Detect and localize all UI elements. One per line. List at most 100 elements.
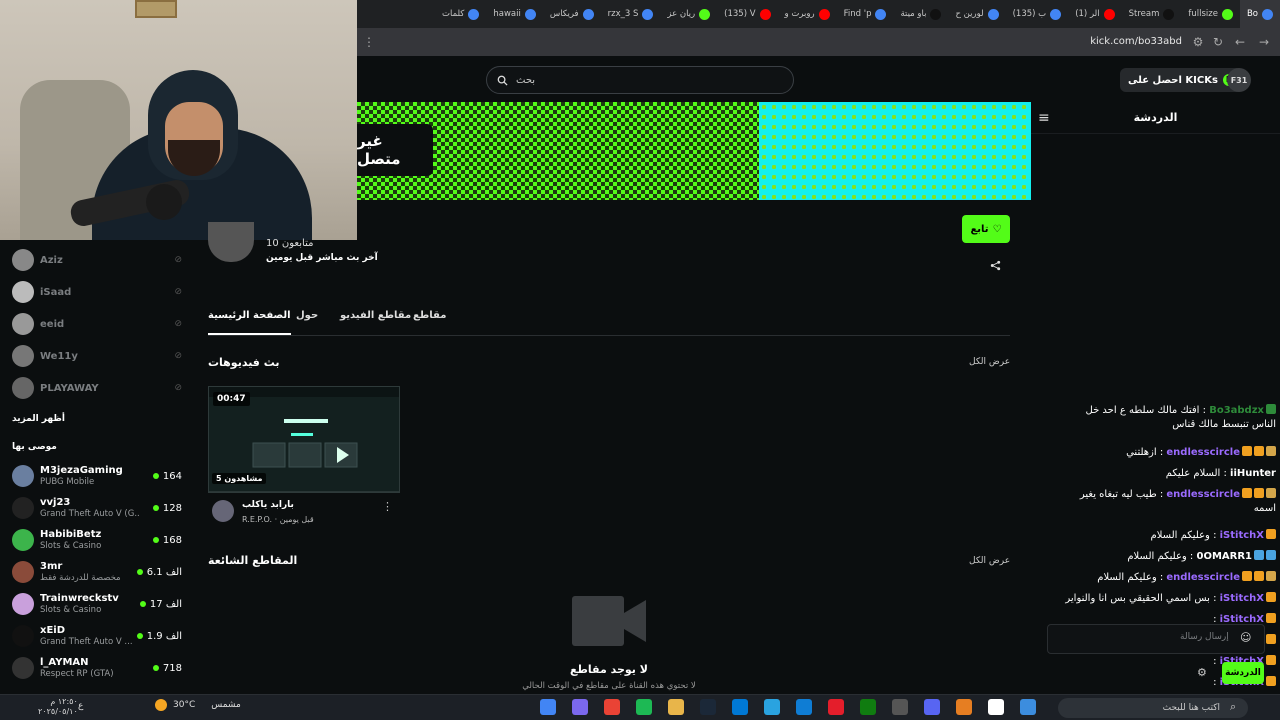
badge-icon	[1254, 488, 1264, 498]
badge-icon	[1242, 488, 1252, 498]
sidebar-channel[interactable]: Trainwreckstv Slots & Casino 17 الف	[12, 588, 182, 620]
chat-username[interactable]: Bo3abdzx	[1209, 405, 1264, 416]
forward-icon[interactable]: →	[1256, 34, 1272, 50]
collapse-chat-icon[interactable]: ≡	[1038, 110, 1054, 126]
chat-username[interactable]: endlesscircle	[1166, 447, 1240, 458]
chat-username[interactable]: iStitchX	[1220, 593, 1264, 604]
chat-username[interactable]: endlesscircle	[1166, 489, 1240, 500]
tab-clips[interactable]: مقاطع	[413, 310, 446, 335]
taskbar-clock[interactable]: ١٢:٥٠ م ٢٠٢٥/٠٥/١٠	[38, 697, 78, 717]
clips-view-all-link[interactable]: عرض الكل	[969, 556, 1010, 566]
emote-icon[interactable]: ☺	[1240, 631, 1251, 644]
share-icon[interactable]	[988, 260, 1002, 274]
taskbar-app-icon[interactable]	[796, 699, 812, 715]
sidebar-channel[interactable]: vvj23 Grand Theft Auto V (G... 128	[12, 492, 182, 524]
chat-send-button[interactable]: الدردشة	[1222, 662, 1264, 684]
search-input[interactable]: بحث	[486, 66, 794, 94]
get-kicks-button[interactable]: احصل على KICKs K	[1120, 68, 1243, 92]
sidebar-channel-offline[interactable]: eeid ⊘	[12, 308, 182, 340]
taskbar-app-icon[interactable]	[540, 699, 556, 715]
video-camera-icon	[572, 596, 646, 646]
browser-tab[interactable]: روبرت و	[778, 0, 837, 28]
browser-tab[interactable]: Find 'p	[837, 0, 894, 28]
vods-view-all-link[interactable]: عرض الكل	[969, 357, 1010, 367]
taskbar-app-icon[interactable]	[668, 699, 684, 715]
chat-message: endlesscircle : ازهلتني	[1062, 446, 1276, 460]
vod-title[interactable]: بارابد ياكلب	[242, 500, 294, 510]
taskbar-app-icon[interactable]	[700, 699, 716, 715]
tab-home[interactable]: الصفحة الرئيسية	[208, 310, 291, 335]
browser-tab[interactable]: (1) الر	[1068, 0, 1121, 28]
taskbar-app-icon[interactable]	[956, 699, 972, 715]
browser-tab[interactable]: (135) V	[717, 0, 777, 28]
browser-tab[interactable]: باو ميتة	[893, 0, 948, 28]
sidebar-channel-offline[interactable]: Aziz ⊘	[12, 244, 182, 276]
chat-username[interactable]: endlesscircle	[1166, 572, 1240, 583]
taskbar-app-icon[interactable]	[572, 699, 588, 715]
follow-button[interactable]: تابع ♡	[962, 215, 1010, 243]
chat-settings-icon[interactable]: ⚙	[1197, 666, 1207, 679]
reload-icon[interactable]: ↻	[1210, 34, 1226, 50]
browser-tab[interactable]: Bo	[1239, 0, 1280, 28]
browser-tab[interactable]: (135) ب	[1006, 0, 1069, 28]
show-more-link[interactable]: أظهر المزيد	[12, 414, 65, 424]
channel-avatar	[12, 593, 34, 615]
browser-tab[interactable]: ريان عز	[660, 0, 717, 28]
sidebar-channel[interactable]: 3mr مخصصة للدردشة فقط 6.1 الف	[12, 556, 182, 588]
chat-input[interactable]	[1047, 624, 1265, 654]
taskbar-app-icon[interactable]	[860, 699, 876, 715]
tab-about[interactable]: حول	[296, 310, 318, 335]
chat-header: الدردشة	[1031, 102, 1280, 134]
channel-avatar	[12, 281, 34, 303]
taskbar-app-icon[interactable]	[764, 699, 780, 715]
sidebar-channel[interactable]: xEiD Grand Theft Auto V ... 1.9 الف	[12, 620, 182, 652]
chat-message: 0OMARR1 : وعليكم السلام	[1062, 550, 1276, 564]
taskbar-search[interactable]: اكتب هنا للبحث	[1058, 698, 1248, 718]
language-indicator[interactable]: ع	[78, 701, 83, 711]
offline-icon: ⊘	[174, 351, 182, 361]
chat-username[interactable]: iiHunter	[1230, 468, 1276, 479]
sidebar-channel-offline[interactable]: We11y ⊘	[12, 340, 182, 372]
weather-widget[interactable]: 30°C مشمس	[155, 699, 241, 711]
sidebar-channel[interactable]: M3jezaGaming PUBG Mobile 164	[12, 460, 182, 492]
chat-username[interactable]: iStitchX	[1220, 530, 1264, 541]
browser-tab[interactable]: فريكاس	[543, 0, 601, 28]
channel-avatar	[12, 377, 34, 399]
taskbar-app-icon[interactable]	[892, 699, 908, 715]
webcam-overlay	[0, 0, 357, 240]
menu-icon[interactable]: ⋮	[361, 34, 377, 50]
taskbar-app-icon[interactable]	[604, 699, 620, 715]
browser-tab[interactable]: hawaii	[486, 0, 542, 28]
vod-channel-avatar[interactable]	[212, 500, 234, 522]
channel-avatar[interactable]	[208, 222, 254, 262]
channel-category: مخصصة للدردشة فقط	[40, 573, 121, 583]
sidebar-channel[interactable]: HabibiBetz Slots & Casino 168	[12, 524, 182, 556]
more-options-icon[interactable]: ⋮	[382, 500, 393, 513]
browser-tab-label: (135) ب	[1012, 9, 1047, 19]
browser-tab[interactable]: لورين ح	[948, 0, 1005, 28]
badge-icon	[1254, 571, 1264, 581]
sidebar-channel-offline[interactable]: PLAYAWAY ⊘	[12, 372, 182, 404]
channel-name: 3mr	[40, 561, 63, 572]
url-field[interactable]: kick.com/bo33abd	[1090, 36, 1182, 47]
live-dot-icon	[136, 569, 143, 575]
taskbar-app-icon[interactable]	[732, 699, 748, 715]
user-avatar[interactable]: F31	[1227, 68, 1251, 92]
browser-tab[interactable]: rzx_3 S	[601, 0, 661, 28]
taskbar-app-icon[interactable]	[924, 699, 940, 715]
back-icon[interactable]: ←	[1232, 34, 1248, 50]
tab-videos[interactable]: مقاطع الفيديو	[340, 310, 411, 335]
browser-tab[interactable]: كلمات	[435, 0, 486, 28]
chat-username[interactable]: 0OMARR1	[1196, 551, 1252, 562]
browser-tab[interactable]: Stream	[1122, 0, 1182, 28]
browser-tab[interactable]: fullsize	[1181, 0, 1240, 28]
taskbar-app-icon[interactable]	[1020, 699, 1036, 715]
sidebar-channel[interactable]: l_AYMAN Respect RP (GTA) 718	[12, 652, 182, 684]
taskbar-app-icon[interactable]	[636, 699, 652, 715]
taskbar-app-icon[interactable]	[828, 699, 844, 715]
heart-icon: ♡	[992, 223, 1002, 235]
taskbar-app-icon[interactable]	[988, 699, 1004, 715]
badge-icon	[1266, 613, 1276, 623]
site-settings-icon[interactable]: ⚙	[1190, 34, 1206, 50]
sidebar-channel-offline[interactable]: iSaad ⊘	[12, 276, 182, 308]
